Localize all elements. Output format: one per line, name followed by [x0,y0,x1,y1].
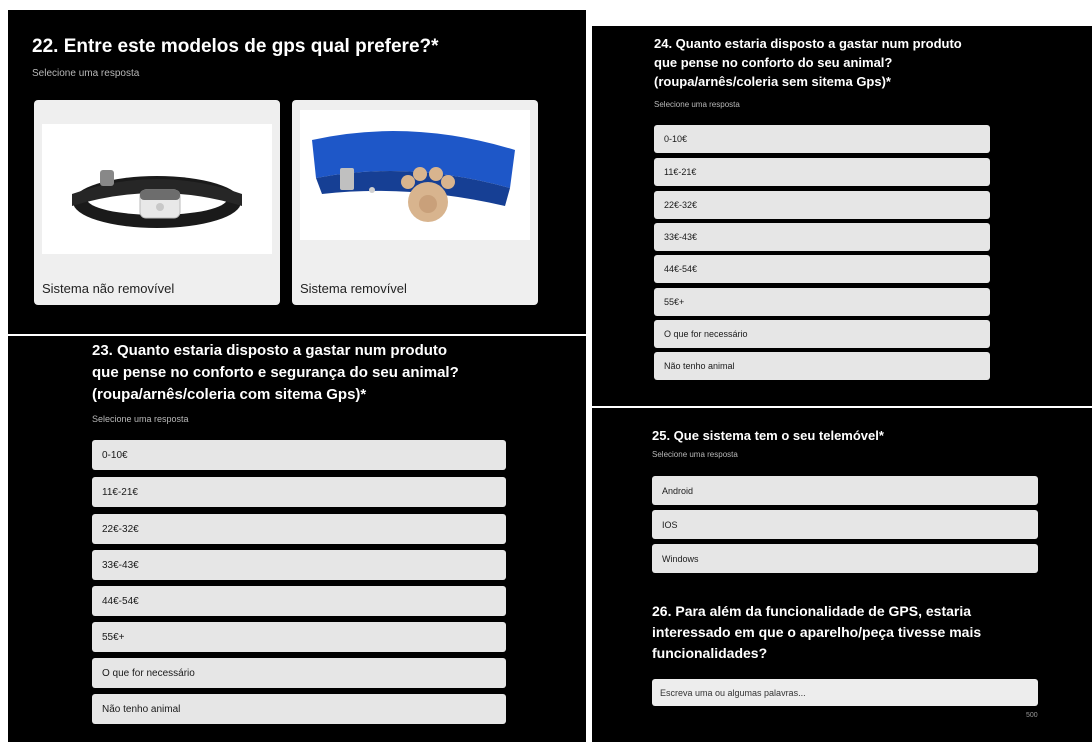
blue-collar-paw-icon [312,131,515,222]
black-collar-gps-image [42,124,272,254]
q23-option-55-plus[interactable]: 55€+ [92,622,506,652]
question-23-panel: 23. Quanto estaria disposto a gastar num… [8,336,586,742]
question-25-title: 25. Que sistema tem o seu telemóvel* [652,428,884,443]
question-22-subtitle: Selecione uma resposta [32,68,140,79]
q26-char-counter: 500 [1026,712,1038,719]
q24-option-0-10[interactable]: 0-10€ [654,125,990,153]
q23-option-whatever-needed[interactable]: O que for necessário [92,658,506,688]
question-24-title-line-1: 24. Quanto estaria disposto a gastar num… [654,36,962,51]
question-24-title: 24. Quanto estaria disposto a gastar num… [654,34,962,91]
q23-option-22-32[interactable]: 22€-32€ [92,514,506,544]
q24-option-whatever-needed[interactable]: O que for necessário [654,320,990,348]
q23-option-11-21[interactable]: 11€-21€ [92,477,506,507]
q26-answer-input[interactable]: Escreva uma ou algumas palavras... [652,679,1038,706]
question-23-subtitle: Selecione uma resposta [92,414,189,424]
question-26-title: 26. Para além da funcionalidade de GPS, … [652,601,981,664]
black-collar-gps-icon [72,170,242,228]
q24-option-22-32[interactable]: 22€-32€ [654,191,990,219]
q25-option-ios[interactable]: IOS [652,510,1038,539]
blue-collar-paw-gps-image [300,110,530,240]
q24-option-55-plus[interactable]: 55€+ [654,288,990,316]
question-23-title: 23. Quanto estaria disposto a gastar num… [92,340,459,406]
q23-option-no-animal[interactable]: Não tenho animal [92,694,506,724]
q24-option-11-21[interactable]: 11€-21€ [654,158,990,186]
option-label-non-removable: Sistema não removível [42,281,175,296]
question-24-panel: 24. Quanto estaria disposto a gastar num… [592,26,1092,406]
question-22-title: 22. Entre este modelos de gps qual prefe… [32,36,439,57]
question-23-title-line-1: 23. Quanto estaria disposto a gastar num… [92,342,448,359]
question-26-title-line-1: 26. Para além da funcionalidade de GPS, … [652,603,972,619]
option-card-non-removable[interactable]: Sistema não removível [34,100,280,305]
q24-option-no-animal[interactable]: Não tenho animal [654,352,990,380]
q24-option-33-43[interactable]: 33€-43€ [654,223,990,251]
q23-option-44-54[interactable]: 44€-54€ [92,586,506,616]
question-25-subtitle: Selecione uma resposta [652,450,738,459]
question-22-panel: 22. Entre este modelos de gps qual prefe… [8,10,586,334]
q23-option-0-10[interactable]: 0-10€ [92,440,506,470]
question-25-26-panel: 25. Que sistema tem o seu telemóvel* Sel… [592,408,1092,742]
question-26-title-line-2: interessado em que o aparelho/peça tives… [652,624,982,640]
question-24-title-line-2: que pense no conforto do seu animal? [654,55,893,70]
q24-option-44-54[interactable]: 44€-54€ [654,255,990,283]
q25-option-windows[interactable]: Windows [652,544,1038,573]
question-24-title-line-3: (roupa/arnês/coleria sem sitema Gps)* [654,74,891,89]
option-label-removable: Sistema removível [300,281,407,296]
question-23-title-line-3: (roupa/arnês/coleria com sitema Gps)* [92,386,367,403]
question-23-title-line-2: que pense no conforto e segurança do seu… [92,364,459,381]
option-card-removable[interactable]: Sistema removível [292,100,538,305]
question-24-subtitle: Selecione uma resposta [654,100,740,109]
question-26-title-line-3: funcionalidades? [652,645,768,661]
q23-option-33-43[interactable]: 33€-43€ [92,550,506,580]
q25-option-android[interactable]: Android [652,476,1038,505]
